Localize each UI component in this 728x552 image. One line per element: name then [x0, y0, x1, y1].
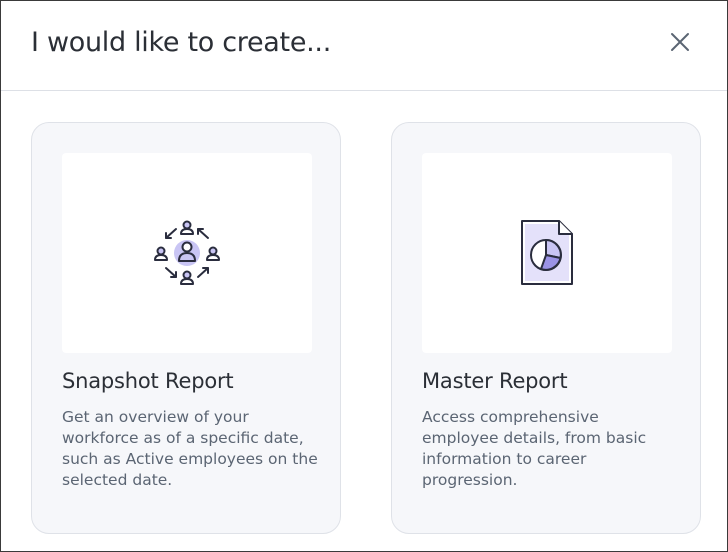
pie-chart-document-icon: [521, 220, 573, 285]
dialog-header: I would like to create...: [1, 1, 727, 91]
card-description: Get an overview of your workforce as of …: [62, 408, 318, 489]
close-icon: [671, 33, 689, 51]
card-description: Access comprehensive employee details, f…: [422, 408, 647, 489]
people-network-icon: [154, 220, 220, 285]
master-report-illustration: [422, 153, 672, 353]
card-title: Snapshot Report: [62, 369, 234, 393]
snapshot-report-card[interactable]: Snapshot Report Get an overview of your …: [31, 122, 341, 534]
master-report-card[interactable]: Master Report Access comprehensive emplo…: [391, 122, 701, 534]
card-title: Master Report: [422, 369, 568, 393]
create-report-dialog: I would like to create... Snapshot Repor…: [0, 0, 728, 552]
close-button[interactable]: [665, 27, 695, 57]
dialog-title: I would like to create...: [31, 27, 331, 58]
snapshot-report-illustration: [62, 153, 312, 353]
